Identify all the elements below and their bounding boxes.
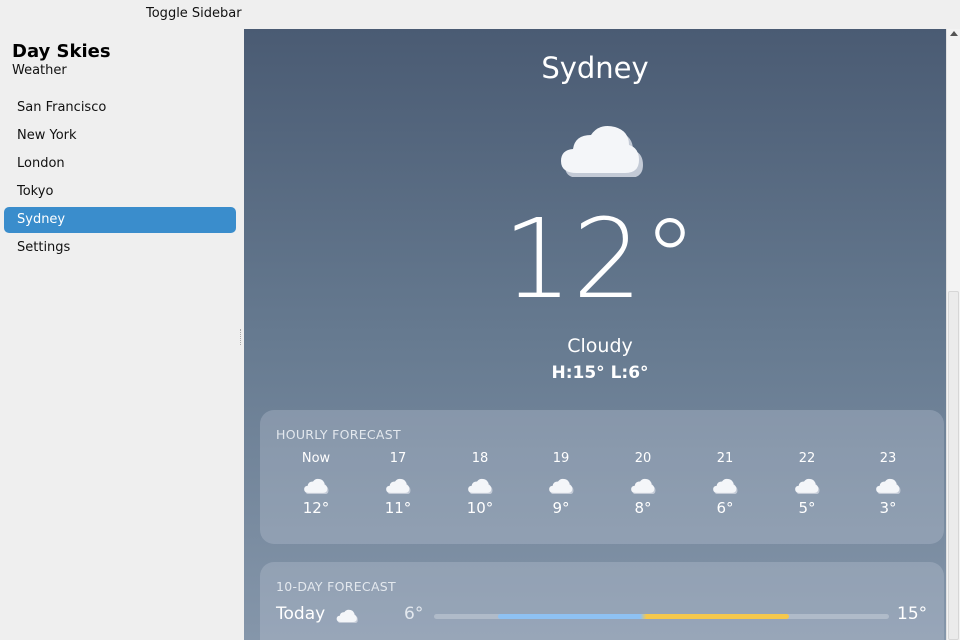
sidebar-item-new-york[interactable]: New York — [4, 123, 236, 149]
sidebar-item-settings[interactable]: Settings — [4, 235, 236, 261]
sidebar: Day Skies Weather San Francisco New York… — [0, 29, 244, 640]
sidebar-item-london[interactable]: London — [4, 151, 236, 177]
app-subtitle: Weather — [12, 63, 67, 78]
day-high-temp: 15° — [897, 604, 928, 624]
sidebar-item-tokyo[interactable]: Tokyo — [4, 179, 236, 205]
hourly-item: 23 3° — [858, 450, 918, 517]
daily-row: Today 6° 15° — [260, 602, 944, 630]
cloud-icon — [559, 123, 643, 177]
hourly-item: 21 6° — [695, 450, 755, 517]
cloud-icon — [875, 478, 901, 494]
city-name: Sydney — [541, 51, 649, 85]
day-name: Today — [276, 604, 326, 624]
top-bar: Toggle Sidebar — [0, 0, 960, 29]
hourly-item: 17 11° — [368, 450, 428, 517]
hourly-time: 20 — [634, 451, 652, 466]
hourly-item: 19 9° — [531, 450, 591, 517]
scroll-up-icon[interactable] — [950, 31, 958, 36]
hourly-temp: 8° — [634, 499, 652, 517]
cloud-icon — [467, 478, 493, 494]
daily-forecast-title: 10-DAY FORECAST — [276, 579, 396, 594]
cloud-icon — [794, 478, 820, 494]
sidebar-nav: San Francisco New York London Tokyo Sydn… — [4, 95, 236, 263]
hourly-time: 18 — [471, 451, 489, 466]
hourly-temp: 10° — [466, 499, 494, 517]
hourly-time: 17 — [389, 451, 407, 466]
hourly-temp: 9° — [552, 499, 570, 517]
sidebar-resize-handle[interactable] — [240, 329, 243, 345]
hourly-time: 23 — [879, 451, 897, 466]
main-scrollbar[interactable] — [946, 29, 960, 640]
cloud-icon — [303, 478, 329, 494]
hourly-item: 22 5° — [777, 450, 837, 517]
sidebar-item-sydney[interactable]: Sydney — [4, 207, 236, 233]
scrollbar-thumb[interactable] — [948, 291, 959, 640]
daily-forecast-card: 10-DAY FORECAST Today 6° 15° — [260, 562, 944, 640]
cloud-icon — [336, 609, 358, 623]
weather-main-panel: Sydney 12° Cloudy H:15° L:6° HOURLY FORE… — [244, 29, 946, 640]
cloud-icon — [712, 478, 738, 494]
cloud-icon — [385, 478, 411, 494]
cloud-icon — [630, 478, 656, 494]
hourly-temp: 11° — [384, 499, 412, 517]
hourly-temp: 3° — [879, 499, 897, 517]
toggle-sidebar-button[interactable]: Toggle Sidebar — [146, 6, 242, 21]
high-low-temperature: H:15° L:6° — [551, 363, 649, 383]
hourly-forecast-card: HOURLY FORECAST Now 12° 17 11° 18 10° 19… — [260, 410, 944, 544]
hourly-time: 22 — [798, 451, 816, 466]
cloud-icon — [548, 478, 574, 494]
hourly-temp: 5° — [798, 499, 816, 517]
hourly-time: 21 — [716, 451, 734, 466]
hourly-item: 18 10° — [450, 450, 510, 517]
hourly-forecast-title: HOURLY FORECAST — [276, 427, 401, 442]
hourly-temp: 12° — [302, 499, 330, 517]
hourly-time: 19 — [552, 451, 570, 466]
hourly-item: 20 8° — [613, 450, 673, 517]
current-condition: Cloudy — [567, 335, 633, 357]
sidebar-item-san-francisco[interactable]: San Francisco — [4, 95, 236, 121]
hourly-item: Now 12° — [286, 450, 346, 517]
current-temperature: 12° — [502, 195, 698, 323]
app-title: Day Skies — [12, 41, 111, 62]
hourly-temp: 6° — [716, 499, 734, 517]
temperature-range-fill — [497, 614, 789, 619]
day-low-temp: 6° — [404, 604, 424, 624]
hourly-time: Now — [301, 451, 331, 466]
temperature-range-bar — [434, 614, 889, 619]
